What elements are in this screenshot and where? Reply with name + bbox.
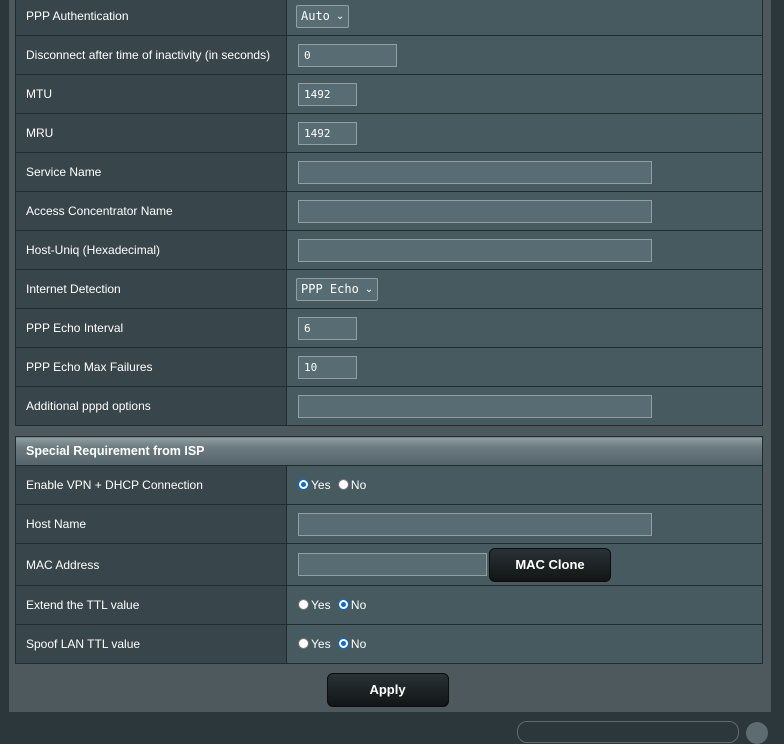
row-disconnect-inactivity: Disconnect after time of inactivity (in … — [15, 35, 763, 75]
ppp-authentication-value: Auto — [301, 9, 330, 23]
extend-ttl-no-radio[interactable] — [337, 599, 349, 610]
enable-vpn-dhcp-label: Enable VPN + DHCP Connection — [15, 465, 287, 505]
settings-panel: PPP Authentication Auto ⌄ Disconnect afte… — [9, 0, 771, 712]
row-host-uniq: Host-Uniq (Hexadecimal) — [15, 230, 763, 270]
row-access-concentrator: Access Concentrator Name — [15, 191, 763, 231]
service-name-input[interactable] — [298, 160, 652, 184]
footer-round-button[interactable] — [746, 722, 768, 744]
apply-bar: Apply — [9, 673, 771, 707]
row-spoof-ttl: Spoof LAN TTL value Yes No — [15, 624, 763, 664]
internet-detection-value: PPP Echo — [301, 282, 359, 296]
row-host-name: Host Name — [15, 504, 763, 544]
row-additional-pppd: Additional pppd options — [15, 386, 763, 426]
additional-pppd-input[interactable] — [298, 394, 652, 418]
ppp-echo-interval-input[interactable] — [298, 316, 357, 340]
disconnect-inactivity-input[interactable] — [298, 43, 397, 67]
mac-address-input[interactable] — [298, 552, 487, 576]
row-ppp-authentication: PPP Authentication Auto ⌄ — [15, 0, 763, 36]
isp-section-title: Special Requirement from ISP — [15, 436, 763, 466]
mac-address-label: MAC Address — [15, 543, 287, 586]
spoof-ttl-yes-radio[interactable] — [298, 638, 309, 649]
enable-vpn-dhcp-no-radio[interactable] — [337, 479, 349, 490]
access-concentrator-input[interactable] — [298, 199, 652, 223]
host-uniq-input[interactable] — [298, 238, 652, 262]
row-mac-address: MAC Address MAC Clone — [15, 543, 763, 586]
mtu-label: MTU — [15, 74, 287, 114]
enable-vpn-dhcp-yes-label: Yes — [311, 478, 331, 492]
spoof-ttl-no-label: No — [350, 637, 367, 651]
ppp-echo-max-failures-label: PPP Echo Max Failures — [15, 347, 287, 387]
footer-search-box[interactable] — [517, 721, 739, 743]
mru-input[interactable] — [298, 121, 357, 145]
chevron-down-icon: ⌄ — [335, 10, 345, 22]
row-mru: MRU — [15, 113, 763, 153]
enable-vpn-dhcp-yes-radio[interactable] — [298, 479, 309, 490]
ppp-echo-interval-label: PPP Echo Interval — [15, 308, 287, 348]
internet-detection-select[interactable]: PPP Echo ⌄ — [296, 277, 379, 301]
extend-ttl-no-label: No — [350, 598, 367, 612]
internet-detection-label: Internet Detection — [15, 269, 287, 309]
mac-clone-button[interactable]: MAC Clone — [489, 547, 611, 582]
service-name-label: Service Name — [15, 152, 287, 192]
row-ppp-echo-max-failures: PPP Echo Max Failures — [15, 347, 763, 387]
host-name-input[interactable] — [298, 512, 652, 536]
mru-label: MRU — [15, 113, 287, 153]
extend-ttl-yes-label: Yes — [311, 598, 331, 612]
row-mtu: MTU — [15, 74, 763, 114]
mtu-input[interactable] — [298, 82, 357, 106]
spoof-ttl-no-radio[interactable] — [337, 638, 349, 649]
disconnect-inactivity-label: Disconnect after time of inactivity (in … — [15, 35, 287, 75]
row-internet-detection: Internet Detection PPP Echo ⌄ — [15, 269, 763, 309]
enable-vpn-dhcp-no-label: No — [350, 478, 367, 492]
apply-button[interactable]: Apply — [326, 673, 449, 707]
isp-requirements-table: Special Requirement from ISP Enable VPN … — [15, 436, 763, 664]
chevron-down-icon: ⌄ — [364, 283, 374, 295]
extend-ttl-label: Extend the TTL value — [15, 585, 287, 625]
ppp-authentication-select[interactable]: Auto ⌄ — [296, 4, 350, 28]
ppp-settings-table: PPP Authentication Auto ⌄ Disconnect afte… — [15, 0, 763, 426]
extend-ttl-yes-radio[interactable] — [298, 599, 309, 610]
ppp-echo-max-failures-input[interactable] — [298, 355, 357, 379]
row-enable-vpn-dhcp: Enable VPN + DHCP Connection Yes No — [15, 465, 763, 505]
spoof-ttl-yes-label: Yes — [311, 637, 331, 651]
host-name-label: Host Name — [15, 504, 287, 544]
row-extend-ttl: Extend the TTL value Yes No — [15, 585, 763, 625]
additional-pppd-label: Additional pppd options — [15, 386, 287, 426]
host-uniq-label: Host-Uniq (Hexadecimal) — [15, 230, 287, 270]
isp-section-header: Special Requirement from ISP — [15, 436, 763, 466]
row-ppp-echo-interval: PPP Echo Interval — [15, 308, 763, 348]
spoof-ttl-label: Spoof LAN TTL value — [15, 624, 287, 664]
ppp-authentication-label: PPP Authentication — [15, 0, 287, 36]
access-concentrator-label: Access Concentrator Name — [15, 191, 287, 231]
row-service-name: Service Name — [15, 152, 763, 192]
